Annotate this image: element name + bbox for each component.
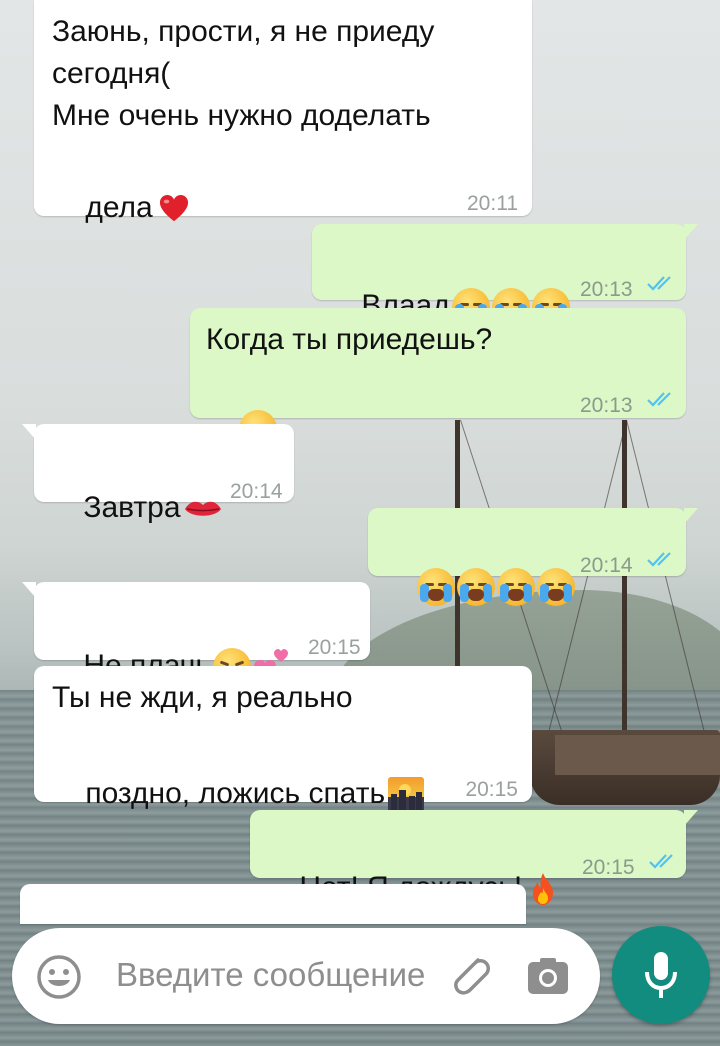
message-outgoing[interactable]: Нет! Я дождусь! 20:15 [250, 810, 698, 906]
city-sunset-emoji-icon [387, 776, 425, 814]
kiss-mark-emoji-icon [183, 490, 221, 528]
message-text-line: Заюнь, прости, я не приеду [52, 15, 435, 48]
message-time: 20:13 [580, 394, 633, 417]
message-text-line: Мне очень нужно доделать [52, 99, 431, 132]
message-time: 20:14 [580, 554, 633, 577]
message-text: Завтра [83, 491, 181, 524]
camera-icon[interactable] [524, 952, 572, 1000]
message-time: 20:15 [465, 778, 518, 801]
attach-icon[interactable] [444, 950, 496, 1002]
message-text-line: Ты не жди, я реально [52, 681, 353, 714]
read-ticks-icon [647, 392, 671, 407]
message-outgoing[interactable]: Влаад 20:13 [312, 224, 698, 327]
red-heart-emoji-icon [155, 190, 193, 228]
wallpaper-ship-cabin [555, 735, 720, 775]
message-outgoing[interactable]: Когда ты приедешь? 20:13 [190, 308, 686, 449]
message-time: 20:11 [467, 192, 518, 215]
bubble-tail [22, 582, 36, 598]
message-incoming[interactable]: Завтра 20:14 [22, 424, 294, 524]
message-text-line: сегодня( [52, 57, 171, 90]
message-incoming[interactable]: Ты не жди, я реально поздно, ложись спат… [34, 666, 532, 814]
message-incoming-partial[interactable] [20, 884, 526, 924]
message-composer[interactable]: Введите сообщение [12, 928, 600, 1024]
read-ticks-icon [647, 276, 671, 291]
fire-emoji-icon [524, 870, 562, 908]
loudly-crying-face-emoji-icon [417, 568, 456, 607]
message-time: 20:13 [580, 278, 633, 301]
microphone-icon [645, 952, 677, 998]
voice-record-button[interactable] [612, 926, 710, 1024]
message-incoming[interactable]: Не плачь 20:15 [22, 582, 370, 687]
message-text: дела [85, 191, 153, 224]
emoji-icon[interactable] [36, 954, 82, 1000]
message-time: 20:15 [308, 636, 361, 659]
bubble-tail [684, 810, 698, 826]
read-ticks-icon [649, 854, 673, 869]
loudly-crying-face-emoji-icon [457, 568, 496, 607]
loudly-crying-face-emoji-icon [497, 568, 536, 607]
bubble-tail [684, 224, 698, 240]
bubble-tail [684, 508, 698, 524]
message-text: поздно, ложись спать [85, 777, 386, 810]
message-input-placeholder[interactable]: Введите сообщение [116, 956, 425, 994]
message-content: Завтра [50, 442, 221, 574]
bubble-tail [22, 424, 36, 440]
loudly-crying-face-emoji-icon [537, 568, 576, 607]
message-content [382, 520, 576, 652]
read-ticks-icon [647, 552, 671, 567]
message-text: Когда ты приедешь? [206, 323, 493, 356]
message-time: 20:15 [582, 856, 635, 879]
message-text-line: дела [52, 142, 193, 274]
message-time: 20:14 [230, 480, 283, 503]
message-incoming[interactable]: Заюнь, прости, я не приеду сегодня( Мне … [34, 0, 532, 224]
message-outgoing[interactable]: 20:14 [368, 508, 698, 607]
